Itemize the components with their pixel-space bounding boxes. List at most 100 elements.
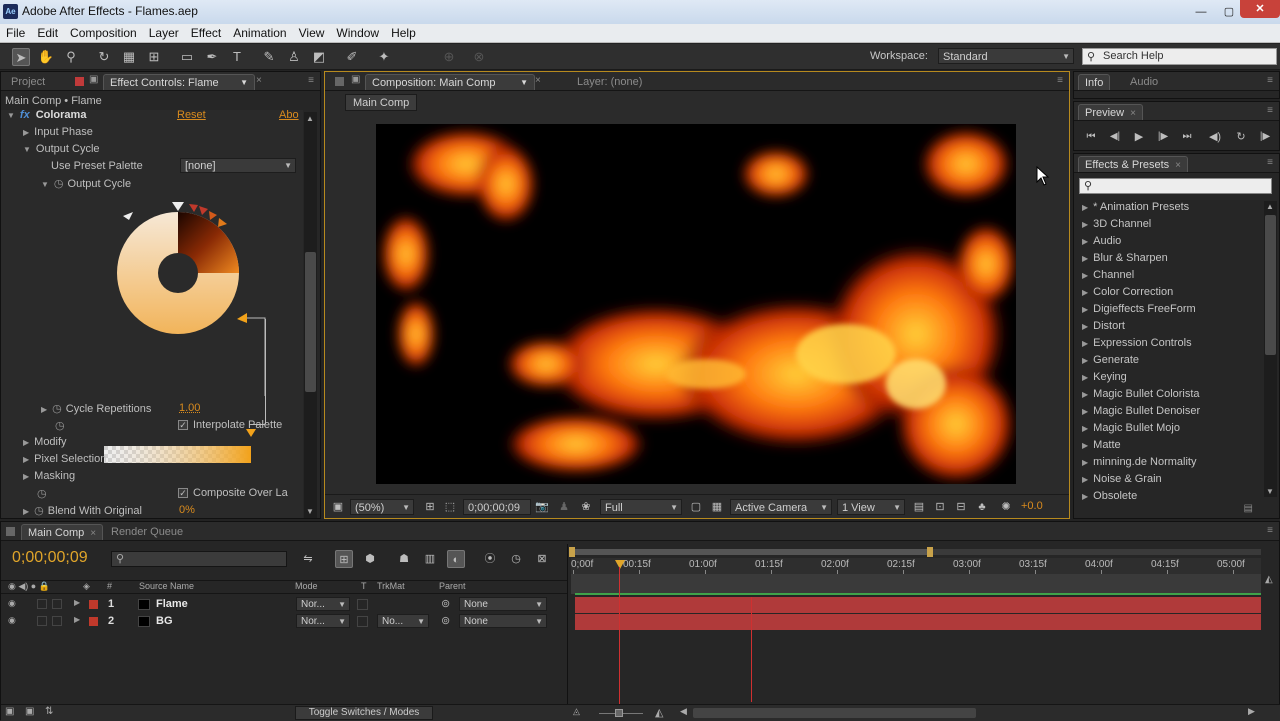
menu-file[interactable]: File bbox=[0, 24, 31, 42]
new-folder-icon[interactable]: ▤ bbox=[1244, 503, 1253, 514]
pen-tool-icon[interactable]: ✒ bbox=[203, 48, 221, 66]
interpolate-palette-checkbox[interactable]: ✓ Interpolate Palette bbox=[178, 419, 282, 431]
lock-icon[interactable]: ▣ bbox=[351, 74, 360, 85]
always-preview-icon[interactable]: ▣ bbox=[329, 498, 347, 516]
modify-row[interactable]: ▶ Modify bbox=[23, 436, 67, 448]
list-item[interactable]: ▶ Color Correction bbox=[1082, 286, 1173, 298]
checkbox-checked-icon[interactable]: ✓ bbox=[178, 488, 188, 498]
main-comp-nav-button[interactable]: Main Comp bbox=[345, 94, 417, 111]
menu-effect[interactable]: Effect bbox=[185, 24, 227, 42]
tab-layer-none[interactable]: Layer: (none) bbox=[571, 74, 648, 90]
navigator-start-handle[interactable] bbox=[569, 547, 575, 557]
blend-with-original-row[interactable]: ▶ ◷ Blend With Original bbox=[23, 504, 142, 517]
output-cycle-sub-row[interactable]: ▼ ◷ Output Cycle bbox=[41, 177, 131, 190]
region-of-interest-icon[interactable]: ▢ bbox=[687, 498, 705, 516]
maximize-button[interactable]: ▢ bbox=[1216, 3, 1242, 21]
triangle-marker-icon[interactable] bbox=[189, 204, 198, 212]
eye-icon[interactable]: ◉ bbox=[8, 598, 16, 609]
expand-triangle-icon[interactable]: ▶ bbox=[1082, 254, 1088, 263]
list-item[interactable]: ▶ * Animation Presets bbox=[1082, 201, 1189, 213]
auto-keyframe-icon[interactable]: ◷ bbox=[507, 550, 525, 568]
expand-triangle-icon[interactable]: ▶ bbox=[1082, 322, 1088, 331]
panel-menu-icon[interactable]: ≡ bbox=[1267, 105, 1273, 116]
tab-effect-controls[interactable]: Effect Controls: Flame ▼ bbox=[103, 74, 255, 90]
panel-menu-icon[interactable]: ≡ bbox=[1267, 525, 1273, 536]
toggle-pixel-aspect-icon[interactable]: ▤ bbox=[910, 498, 928, 516]
tab-project[interactable]: Project bbox=[5, 74, 51, 90]
tab-render-queue[interactable]: Render Queue bbox=[105, 524, 189, 540]
panel-menu-icon[interactable]: ≡ bbox=[1267, 157, 1273, 168]
list-item[interactable]: ▶ Magic Bullet Colorista bbox=[1082, 388, 1200, 400]
expand-triangle-icon[interactable]: ▶ bbox=[1082, 441, 1088, 450]
expand-triangle-icon[interactable]: ▼ bbox=[41, 180, 49, 189]
pick-whip-icon[interactable]: ⊚ bbox=[441, 597, 450, 610]
search-help-input[interactable]: ⚲ Search Help bbox=[1082, 48, 1277, 65]
list-item[interactable]: ▶ Distort bbox=[1082, 320, 1125, 332]
effect-controls-scrollbar[interactable]: ▲ ▼ bbox=[304, 112, 317, 518]
scroll-up-icon[interactable]: ▲ bbox=[1266, 202, 1274, 211]
channel-rgb-icon[interactable]: ❀ bbox=[577, 498, 595, 516]
expand-triangle-icon[interactable]: ▶ bbox=[1082, 407, 1088, 416]
world-axis-icon[interactable]: ⊗ bbox=[470, 48, 488, 66]
view-layout-dropdown[interactable]: 1 View ▼ bbox=[837, 499, 905, 515]
menu-edit[interactable]: Edit bbox=[31, 24, 64, 42]
expand-triangle-icon[interactable]: ▶ bbox=[74, 615, 80, 624]
panel-menu-icon[interactable]: ≡ bbox=[1267, 75, 1273, 86]
pan-behind-tool-icon[interactable]: ⊞ bbox=[145, 48, 163, 66]
close-tab-icon[interactable]: × bbox=[90, 528, 96, 539]
expand-triangle-icon[interactable]: ▶ bbox=[1082, 475, 1088, 484]
expand-triangle-icon[interactable]: ▶ bbox=[1082, 237, 1088, 246]
list-item[interactable]: ▶ Magic Bullet Denoiser bbox=[1082, 405, 1200, 417]
fx-badge-icon[interactable]: fx bbox=[20, 109, 30, 121]
parent-dropdown[interactable]: None ▼ bbox=[459, 597, 547, 611]
safe-margins-icon[interactable]: ⊞ bbox=[421, 498, 439, 516]
reset-exposure-icon[interactable]: ✺ bbox=[997, 498, 1015, 516]
layer-duration-bar[interactable] bbox=[575, 597, 1261, 613]
scrollbar-thumb[interactable] bbox=[1265, 215, 1276, 355]
lock-icon[interactable]: ▣ bbox=[89, 74, 98, 85]
audio-icon[interactable]: ◀) bbox=[1206, 128, 1224, 146]
menu-window[interactable]: Window bbox=[330, 24, 385, 42]
first-frame-icon[interactable]: ⏮ bbox=[1082, 128, 1100, 146]
panel-menu-icon[interactable]: ≡ bbox=[1057, 75, 1063, 86]
tab-effects-presets[interactable]: Effects & Presets × bbox=[1078, 156, 1188, 172]
navigator-end-handle[interactable] bbox=[927, 547, 933, 557]
scroll-left-icon[interactable]: ◀ bbox=[680, 706, 687, 717]
about-link[interactable]: Abo bbox=[279, 109, 299, 121]
lock-toggle[interactable] bbox=[52, 616, 62, 626]
mask-visibility-icon[interactable]: ⬚ bbox=[441, 498, 459, 516]
last-frame-icon[interactable]: ⏭ bbox=[1178, 128, 1196, 146]
list-item[interactable]: ▶ Expression Controls bbox=[1082, 337, 1192, 349]
cycle-repetitions-row[interactable]: ▶ ◷ Cycle Repetitions bbox=[41, 402, 151, 415]
stopwatch-icon[interactable]: ◷ bbox=[34, 505, 44, 517]
list-item[interactable]: ▶ Channel bbox=[1082, 269, 1134, 281]
rectangle-tool-icon[interactable]: ▭ bbox=[178, 48, 196, 66]
play-icon[interactable]: ▶ bbox=[1130, 128, 1148, 146]
expand-triangle-icon[interactable]: ▶ bbox=[23, 438, 29, 447]
list-item[interactable]: ▶ Obsolete bbox=[1082, 490, 1137, 502]
masking-row[interactable]: ▶ Masking bbox=[23, 470, 75, 482]
triangle-marker-icon[interactable] bbox=[123, 212, 133, 220]
list-item[interactable]: ▶ Noise & Grain bbox=[1082, 473, 1162, 485]
previous-frame-icon[interactable]: ◀| bbox=[1106, 128, 1124, 146]
timeline-search-input[interactable]: ⚲ bbox=[111, 551, 287, 567]
time-navigator[interactable] bbox=[571, 549, 1261, 555]
expand-triangle-icon[interactable]: ▶ bbox=[1082, 424, 1088, 433]
checkbox-checked-icon[interactable]: ✓ bbox=[178, 420, 188, 430]
flowchart-icon[interactable]: ♣ bbox=[973, 498, 991, 516]
menu-animation[interactable]: Animation bbox=[227, 24, 292, 42]
triangle-marker-icon[interactable] bbox=[218, 218, 227, 227]
tab-info[interactable]: Info bbox=[1078, 74, 1110, 90]
expand-triangle-icon[interactable]: ▶ bbox=[1082, 356, 1088, 365]
ram-preview-icon[interactable]: |▶ bbox=[1256, 128, 1274, 146]
preserve-transparency-toggle[interactable] bbox=[357, 616, 368, 627]
menu-view[interactable]: View bbox=[293, 24, 331, 42]
effects-search-input[interactable]: ⚲ bbox=[1079, 178, 1272, 194]
loop-icon[interactable]: ↻ bbox=[1232, 128, 1250, 146]
composition-viewer[interactable] bbox=[376, 124, 1016, 484]
layer-duration-bar[interactable] bbox=[575, 614, 1261, 630]
in-out-panes-icon[interactable]: ⇅ bbox=[45, 706, 53, 717]
scrollbar-thumb[interactable] bbox=[305, 252, 316, 392]
stopwatch-icon[interactable]: ◷ bbox=[37, 487, 47, 500]
scroll-down-icon[interactable]: ▼ bbox=[1266, 487, 1274, 496]
